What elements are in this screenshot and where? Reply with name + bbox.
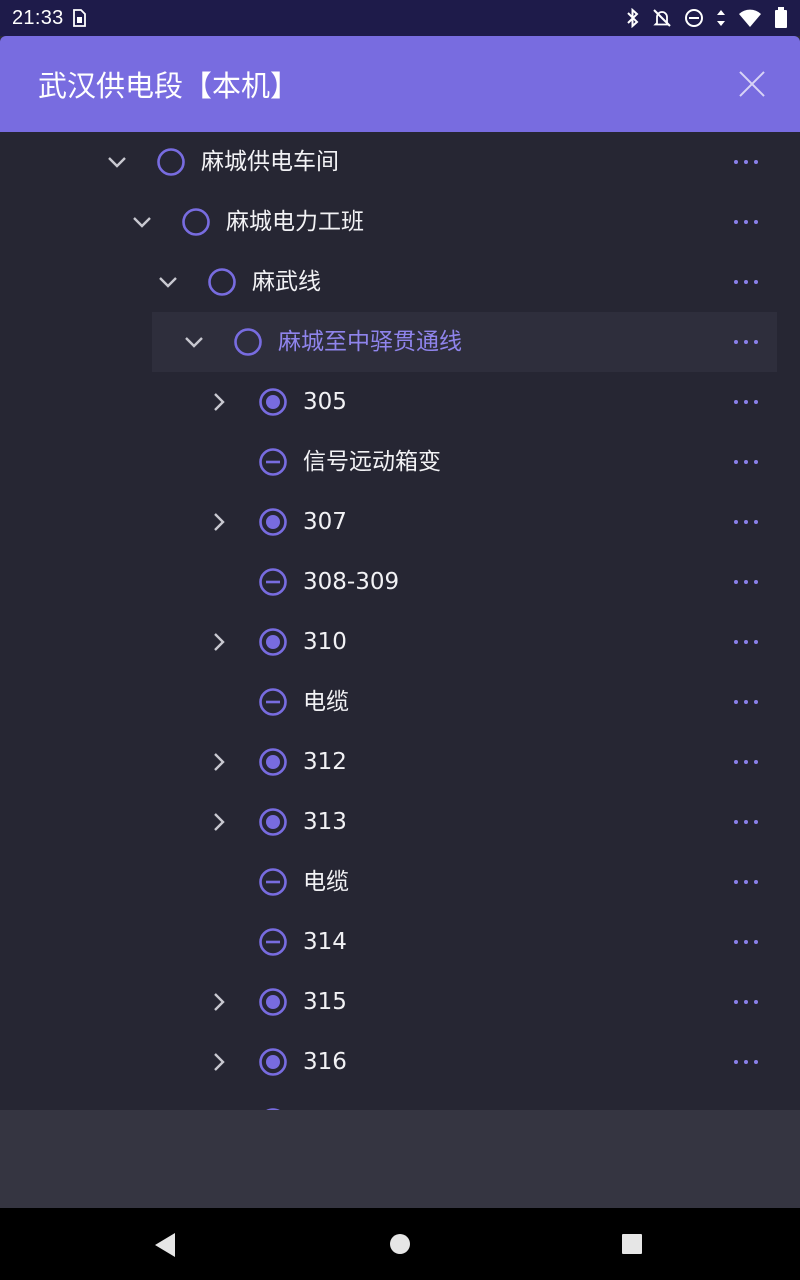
tree-node-label: 电缆 (303, 689, 349, 715)
radio-selected-icon[interactable] (258, 507, 288, 537)
status-time: 21:33 (12, 6, 64, 29)
chevron-right-icon[interactable] (207, 1050, 231, 1074)
tree-node-label: 307 (303, 509, 347, 535)
battery-icon (774, 7, 788, 29)
more-horizontal-icon[interactable] (734, 154, 758, 170)
tree-row[interactable]: 317-311 (0, 1092, 800, 1110)
minus-circle-icon[interactable] (258, 447, 288, 477)
chevron-down-icon[interactable] (156, 270, 180, 294)
tree-row[interactable]: 314 (0, 912, 800, 972)
circle-outline-icon[interactable] (156, 147, 186, 177)
tree-row[interactable]: 312 (0, 732, 800, 792)
tree-row[interactable]: 313 (0, 792, 800, 852)
dialog-header: 武汉供电段【本机】 (0, 36, 800, 132)
tree-node-label: 305 (303, 389, 347, 415)
radio-selected-icon[interactable] (258, 1047, 288, 1077)
more-horizontal-icon[interactable] (734, 694, 758, 710)
more-horizontal-icon[interactable] (734, 634, 758, 650)
wifi-icon (738, 8, 762, 28)
status-left: 21:33 (12, 7, 86, 30)
circle-outline-icon[interactable] (181, 207, 211, 237)
chevron-right-icon[interactable] (207, 510, 231, 534)
notifications-off-icon (652, 8, 672, 28)
status-bar: 21:33 (0, 0, 800, 36)
radio-selected-icon[interactable] (258, 387, 288, 417)
minus-circle-icon[interactable] (258, 927, 288, 957)
more-horizontal-icon[interactable] (734, 274, 758, 290)
radio-selected-icon[interactable] (258, 747, 288, 777)
tree-node-label: 麻城供电车间 (201, 149, 339, 175)
circle-outline-icon[interactable] (207, 267, 237, 297)
chevron-right-icon[interactable] (207, 750, 231, 774)
more-horizontal-icon[interactable] (734, 514, 758, 530)
bluetooth-icon (626, 8, 640, 28)
tree-node-label: 信号远动箱变 (303, 449, 441, 475)
tree-node-label: 麻城至中驿贯通线 (278, 329, 462, 355)
more-horizontal-icon[interactable] (734, 994, 758, 1010)
tree-node-label: 308-309 (303, 569, 400, 595)
more-horizontal-icon[interactable] (734, 394, 758, 410)
do-not-disturb-icon (684, 8, 704, 28)
tree-row[interactable]: 308-309 (0, 552, 800, 612)
tree-node-label: 麻武线 (252, 269, 321, 295)
dialog-title: 武汉供电段【本机】 (38, 69, 300, 103)
minus-circle-icon[interactable] (258, 567, 288, 597)
more-horizontal-icon[interactable] (734, 574, 758, 590)
back-icon[interactable] (153, 1232, 177, 1262)
circle-outline-icon[interactable] (233, 327, 263, 357)
more-horizontal-icon[interactable] (734, 754, 758, 770)
tree-row[interactable]: 麻城供电车间 (0, 132, 800, 192)
more-horizontal-icon[interactable] (734, 874, 758, 890)
tree-row[interactable]: 305 (0, 372, 800, 432)
bottom-area (0, 1110, 800, 1208)
status-right (626, 7, 788, 29)
tree-row[interactable]: 麻武线 (0, 252, 800, 312)
radio-selected-icon[interactable] (258, 627, 288, 657)
home-icon[interactable] (389, 1233, 411, 1259)
sim-card-icon (72, 9, 86, 27)
chevron-down-icon[interactable] (182, 330, 206, 354)
more-horizontal-icon[interactable] (734, 934, 758, 950)
tree-row[interactable]: 316 (0, 1032, 800, 1092)
radio-selected-icon[interactable] (258, 987, 288, 1017)
tree-node-label: 麻城电力工班 (226, 209, 364, 235)
tree-node-label: 314 (303, 929, 347, 955)
tree-dialog: 武汉供电段【本机】 麻城供电车间麻城电力工班麻武线麻城至中驿贯通线 305 信号远动… (0, 36, 800, 1110)
chevron-right-icon[interactable] (207, 810, 231, 834)
tree-row[interactable]: 电缆 (0, 672, 800, 732)
more-horizontal-icon[interactable] (734, 214, 758, 230)
recents-icon[interactable] (621, 1233, 643, 1259)
tree-row[interactable]: 麻城电力工班 (0, 192, 800, 252)
tree-row[interactable]: 315 (0, 972, 800, 1032)
data-arrows-icon (716, 8, 726, 28)
tree-node-label: 电缆 (303, 869, 349, 895)
chevron-right-icon[interactable] (207, 630, 231, 654)
tree-row[interactable]: 信号远动箱变 (0, 432, 800, 492)
more-horizontal-icon[interactable] (734, 814, 758, 830)
close-icon[interactable] (738, 70, 766, 98)
chevron-right-icon[interactable] (207, 390, 231, 414)
tree-row[interactable]: 307 (0, 492, 800, 552)
tree-node-label: 316 (303, 1049, 347, 1075)
minus-circle-icon[interactable] (258, 867, 288, 897)
more-horizontal-icon[interactable] (734, 334, 758, 350)
chevron-right-icon[interactable] (207, 990, 231, 1014)
tree-node-label: 313 (303, 809, 347, 835)
chevron-down-icon[interactable] (105, 150, 129, 174)
tree-row[interactable]: 电缆 (0, 852, 800, 912)
more-horizontal-icon[interactable] (734, 1054, 758, 1070)
tree-node-label: 315 (303, 989, 347, 1015)
tree-node-label: 312 (303, 749, 347, 775)
chevron-down-icon[interactable] (130, 210, 154, 234)
tree-row[interactable]: 麻城至中驿贯通线 (0, 312, 800, 372)
navigation-bar (0, 1208, 800, 1280)
tree-list: 麻城供电车间麻城电力工班麻武线麻城至中驿贯通线 305 信号远动箱变 307 308-3… (0, 132, 800, 1110)
tree-row[interactable]: 310 (0, 612, 800, 672)
more-horizontal-icon[interactable] (734, 454, 758, 470)
minus-circle-icon[interactable] (258, 687, 288, 717)
radio-selected-icon[interactable] (258, 807, 288, 837)
tree-node-label: 310 (303, 629, 347, 655)
